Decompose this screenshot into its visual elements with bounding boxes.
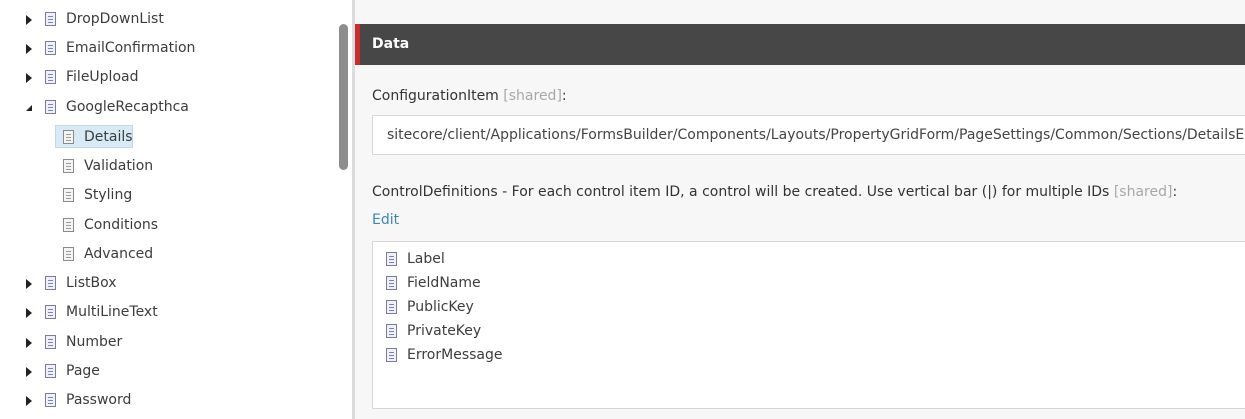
document-icon [63,159,74,173]
tree-node-label: Conditions [84,217,159,233]
document-icon [63,247,74,261]
expand-toggle-icon[interactable] [24,14,34,26]
tree-node-label: Styling [84,187,133,203]
document-icon [63,130,74,144]
template-icon [45,393,56,407]
template-icon [45,12,56,26]
tree-node-label: Details [84,129,133,145]
configuration-item-label: ConfigurationItem [shared]: [372,88,567,104]
template-icon [45,364,56,378]
tree-node-label: DropDownList [66,11,164,27]
expand-toggle-icon[interactable] [24,72,34,84]
expand-toggle-icon[interactable] [24,366,34,378]
template-icon [386,276,397,290]
document-icon [63,188,74,202]
configuration-item-input[interactable] [372,115,1245,155]
section-header[interactable]: Data [355,24,1245,65]
tree-node-advanced[interactable]: Advanced [0,245,330,269]
section-title: Data [372,36,410,52]
template-icon [386,324,397,338]
tree-node-label: Page [66,363,100,379]
tree-scrollbar[interactable] [336,0,352,419]
tree-node-page[interactable]: Page [0,362,330,386]
template-icon [386,300,397,314]
expand-toggle-icon[interactable] [24,307,34,319]
tree-node-styling[interactable]: Styling [0,186,330,210]
template-icon [45,41,56,55]
tree-node-google-recapthca[interactable]: GoogleRecapthca [0,98,330,122]
section-accent-bar [355,24,360,65]
shared-tag: [shared] [1113,184,1173,200]
control-item-label: Label [407,251,445,267]
tree-node-drop-down-list[interactable]: DropDownList [0,10,330,34]
content-tree: DropDownList EmailConfirmation FileUpload G… [0,0,336,419]
control-item-label: PrivateKey [407,323,482,339]
tree-node-label: GoogleRecapthca [66,99,189,115]
control-definitions-list[interactable]: Label FieldName PublicKey PrivateKey ErrorMe… [372,241,1245,409]
tree-node-file-upload[interactable]: FileUpload [0,68,330,92]
tree-node-number[interactable]: Number [0,333,330,357]
control-item-label: ErrorMessage [407,347,503,363]
edit-link[interactable]: Edit [372,212,399,228]
tree-node-label: Password [66,392,132,408]
template-icon [386,348,397,362]
tree-node-label: EmailConfirmation [66,40,196,56]
expand-toggle-icon[interactable] [24,278,34,290]
expand-toggle-icon[interactable] [24,395,34,407]
tree-node-list-box[interactable]: ListBox [0,274,330,298]
tree-node-email-confirmation[interactable]: EmailConfirmation [0,39,330,63]
template-icon [386,252,397,266]
tree-node-label: MultiLineText [66,304,158,320]
shared-tag: [shared] [503,88,562,104]
tree-node-details[interactable]: Details [0,128,330,152]
expand-toggle-icon[interactable] [24,337,34,349]
tree-node-label: Advanced [84,246,154,262]
tree-node-multi-line-text[interactable]: MultiLineText [0,303,330,327]
expand-toggle-icon[interactable] [24,43,34,55]
control-item-label: FieldName [407,275,481,291]
content-editor: Data ConfigurationItem [shared]: Control… [355,0,1245,419]
collapse-toggle-icon[interactable] [24,102,34,114]
tree-node-password[interactable]: Password [0,391,330,415]
tree-node-label: FileUpload [66,69,139,85]
tree-node-validation[interactable]: Validation [0,157,330,181]
control-definitions-label: ControlDefinitions - For each control it… [372,184,1178,200]
control-item-label: PublicKey [407,299,474,315]
tree-node-label: Validation [84,158,154,174]
tree-node-label: Number [66,334,123,350]
document-icon [63,218,74,232]
tree-node-label: ListBox [66,275,117,291]
template-icon [45,276,56,290]
template-icon [45,100,56,114]
template-icon [45,305,56,319]
template-icon [45,335,56,349]
template-icon [45,70,56,84]
tree-node-conditions[interactable]: Conditions [0,216,330,240]
scrollbar-thumb[interactable] [339,24,348,170]
